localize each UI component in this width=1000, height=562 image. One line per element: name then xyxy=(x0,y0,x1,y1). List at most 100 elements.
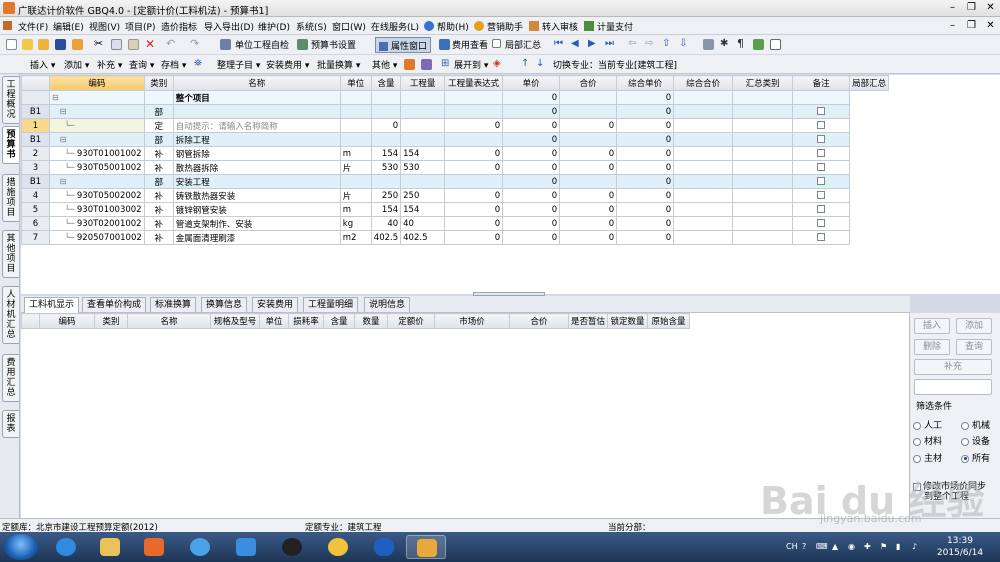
partial-summary-cell[interactable] xyxy=(792,216,851,231)
grid-cell-price[interactable] xyxy=(444,90,504,105)
grid-cell-qty[interactable]: 0 xyxy=(370,118,402,133)
detail-column-header[interactable]: 是否暂估 xyxy=(567,313,609,329)
grid-cell-qty[interactable] xyxy=(370,132,402,147)
redo-icon[interactable]: ↷ xyxy=(190,37,201,50)
grid-cell-qty[interactable]: 402.5 xyxy=(370,230,402,245)
checkbox-icon[interactable] xyxy=(817,163,826,171)
move-down-icon[interactable]: ⇩ xyxy=(679,38,690,49)
grid-cell-unit[interactable]: m xyxy=(339,146,372,161)
detail-column-header[interactable]: 名称 xyxy=(127,313,211,329)
filter-material[interactable]: 材料 xyxy=(913,434,942,447)
tab-labor-material-display[interactable]: 工料机显示 xyxy=(24,297,80,313)
grid-cell-type[interactable]: 补 xyxy=(143,202,174,217)
detail-column-header[interactable]: 数量 xyxy=(354,313,388,329)
grid-cell-ctotal[interactable]: 0 xyxy=(616,202,675,217)
tab-reports[interactable]: 报表 xyxy=(2,410,19,438)
restore-button[interactable]: ❐ xyxy=(963,1,980,15)
security-tray-icon[interactable]: ✚ xyxy=(864,542,871,551)
grid-cell-cprice[interactable]: 0 xyxy=(559,216,618,231)
grid-cell-cat[interactable] xyxy=(673,104,734,119)
grid-cell-code[interactable]: ⊟ xyxy=(49,104,145,119)
grid-cell-type[interactable]: 补 xyxy=(143,188,174,203)
open-folder-icon[interactable] xyxy=(38,39,49,50)
grid-cell-type[interactable]: 补 xyxy=(143,216,174,231)
move-up-icon[interactable]: ⇧ xyxy=(662,38,673,49)
add-button[interactable]: 添加 xyxy=(956,318,992,334)
open-icon[interactable] xyxy=(22,39,33,50)
partial-summary-cell[interactable] xyxy=(792,146,851,161)
grid-cell-expr[interactable] xyxy=(400,90,446,105)
partial-summary-cell[interactable] xyxy=(792,230,851,245)
switch-specialty-button[interactable]: 切换专业：当前专业[建筑工程] xyxy=(553,58,677,71)
grid-cell-qty[interactable]: 250 xyxy=(370,188,402,203)
grid-cell-type[interactable]: 补 xyxy=(143,230,174,245)
grid-cell-unit[interactable]: kg xyxy=(339,216,372,231)
other-dropdown[interactable]: 其他 ▾ xyxy=(372,58,397,71)
taskbar-qq[interactable] xyxy=(272,535,312,559)
grid-cell-note[interactable] xyxy=(732,202,794,217)
delete-button[interactable]: 删除 xyxy=(914,339,950,355)
partial-summary-cell[interactable] xyxy=(792,160,851,175)
insert-button[interactable]: 插入 xyxy=(914,318,950,334)
grid-cell-name[interactable]: 安装工程 xyxy=(172,174,341,189)
batch-convert-dropdown[interactable]: 批量换算 ▾ xyxy=(317,58,360,71)
grid-cell-cprice[interactable] xyxy=(559,104,618,119)
last-icon[interactable]: ⏭ xyxy=(605,38,616,49)
antivirus-tray-icon[interactable]: ◉ xyxy=(848,542,855,551)
partial-summary-cell[interactable] xyxy=(792,104,851,119)
grid-cell-expr[interactable] xyxy=(400,118,446,133)
ime-indicator[interactable]: CH xyxy=(786,542,798,551)
grid-cell-price[interactable]: 0 xyxy=(444,118,504,133)
filter-input[interactable] xyxy=(914,379,992,395)
grid-cell-code[interactable]: ⊟ xyxy=(49,90,145,105)
detail-column-header[interactable]: 锁定数量 xyxy=(607,313,649,329)
paste-icon[interactable] xyxy=(128,39,139,50)
menu-marketing-assistant[interactable]: 营销助手 xyxy=(487,20,523,33)
taskbar-cloud[interactable] xyxy=(180,535,220,559)
checkbox-icon[interactable] xyxy=(817,135,826,143)
down-arrow-icon[interactable]: ↓ xyxy=(536,58,547,69)
save-all-icon[interactable] xyxy=(72,39,83,50)
export-icon[interactable] xyxy=(753,39,764,50)
grid-cell-note[interactable] xyxy=(732,118,794,133)
grid-cell-ctotal[interactable]: 0 xyxy=(616,174,675,189)
grid-cell-cat[interactable] xyxy=(673,132,734,147)
grid-cell-ctotal[interactable]: 0 xyxy=(616,230,675,245)
tab-labor-material-summary[interactable]: 人材机汇总 xyxy=(2,286,19,344)
detail-column-header[interactable]: 原始含量 xyxy=(647,313,691,329)
table-row[interactable]: 2 └─ 930T01001002 补钢管拆除 m 154 154 0 0 0 0 xyxy=(21,146,889,161)
grid-cell-total[interactable]: 0 xyxy=(502,160,561,175)
grid-cell-name[interactable]: 管道支架制作、安装 xyxy=(172,216,341,231)
grid-cell-total[interactable]: 0 xyxy=(502,118,561,133)
minimize-button[interactable]: – xyxy=(944,1,961,15)
grid-cell-cprice[interactable]: 0 xyxy=(559,160,618,175)
grid-cell-cat[interactable] xyxy=(673,216,734,231)
tab-other-items[interactable]: 其他项目 xyxy=(2,230,19,278)
new-icon[interactable] xyxy=(6,39,17,50)
grid-column-header[interactable]: 综合合价 xyxy=(673,75,734,91)
grid-cell-code[interactable]: └─ 920507001002 xyxy=(49,230,145,245)
grid-column-header[interactable]: 单价 xyxy=(502,75,561,91)
menu-import-export[interactable]: 导入导出(D) xyxy=(204,20,254,33)
checkbox-icon[interactable] xyxy=(817,177,826,185)
grid-cell-note[interactable] xyxy=(732,174,794,189)
grid-cell-type[interactable] xyxy=(143,90,174,105)
first-icon[interactable]: ⏮ xyxy=(554,38,565,49)
move-right-icon[interactable]: ⇨ xyxy=(645,38,656,49)
grid-column-header[interactable]: 综合单价 xyxy=(616,75,675,91)
table-row[interactable]: B1 ⊟ 部 0 0 xyxy=(21,104,889,119)
row-header[interactable]: B1 xyxy=(21,132,50,147)
tab-budget-book[interactable]: 预算书 xyxy=(2,126,19,164)
grid-cell-price[interactable] xyxy=(444,104,504,119)
table-row[interactable]: 5 └─ 930T01003002 补镀锌钢管安装 m 154 154 0 0 0 0 xyxy=(21,202,889,217)
grid-cell-expr[interactable]: 154 xyxy=(400,202,446,217)
grid-cell-cat[interactable] xyxy=(673,146,734,161)
tools-icon[interactable]: ✱ xyxy=(720,38,731,49)
table-row[interactable]: 1 └─ 定自动提示：请输入名称简称 0 0 0 0 0 xyxy=(21,118,889,133)
paragraph-icon[interactable]: ¶ xyxy=(737,37,748,50)
grid-cell-qty[interactable] xyxy=(370,174,402,189)
grid-cell-ctotal[interactable]: 0 xyxy=(616,216,675,231)
grid-cell-unit[interactable] xyxy=(339,174,372,189)
grid-cell-cat[interactable] xyxy=(673,202,734,217)
partial-summary-cell[interactable] xyxy=(792,188,851,203)
